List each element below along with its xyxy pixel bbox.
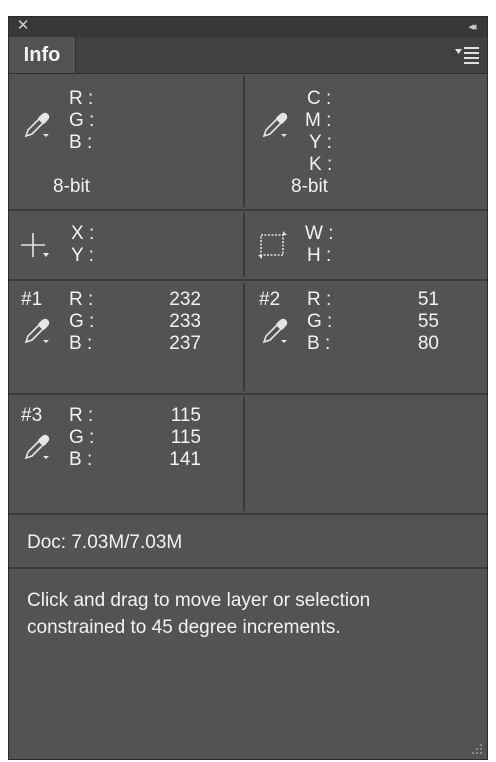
marquee-size-icon <box>258 231 287 259</box>
doc-info-section: Doc: 7.03M/7.03M <box>9 515 487 569</box>
sampler-1-value-r: 232 <box>169 289 201 310</box>
geometry-section: X : Y : W : H : <box>9 211 487 281</box>
samplers-row-1: #1 R : G : B : 232 233 237 #2 R : G : B … <box>9 281 487 395</box>
tab-info[interactable]: Info <box>9 37 76 73</box>
samplers-row-2: #3 R : G : B : 115 115 141 <box>9 395 487 515</box>
collapse-icon[interactable]: ◂◂ <box>461 19 481 35</box>
sampler-2-value-r: 51 <box>417 289 439 310</box>
eyedropper-icon[interactable] <box>23 109 53 139</box>
size-h-label: H : <box>307 245 332 266</box>
cmyk-bit-depth[interactable]: 8-bit <box>291 176 328 198</box>
sampler-1-value-g: 233 <box>169 311 201 332</box>
section-divider <box>243 397 245 511</box>
sampler-1-label-b: B : <box>69 333 93 354</box>
cmyk-label-y: Y : <box>309 132 332 153</box>
section-divider <box>243 76 245 207</box>
color-readout-section: R : G : B : 8-bit C : M : Y : K : 8-bit <box>9 74 487 211</box>
sampler-1-label-r: R : <box>69 289 94 310</box>
section-divider <box>243 283 245 391</box>
crosshair-icon <box>21 233 49 257</box>
cmyk-label-c: C : <box>307 88 332 109</box>
eyedropper-icon[interactable] <box>23 315 53 345</box>
close-icon[interactable]: ✕ <box>15 18 31 34</box>
sampler-3-label-r: R : <box>69 405 94 426</box>
position-y-label: Y : <box>71 245 94 266</box>
cmyk-label-m: M : <box>305 110 332 131</box>
eyedropper-icon[interactable] <box>23 431 53 461</box>
eyedropper-icon[interactable] <box>261 315 291 345</box>
sampler-3-label-b: B : <box>69 449 93 470</box>
rgb-label-r: R : <box>69 88 94 109</box>
doc-size-info: Doc: 7.03M/7.03M <box>27 532 183 553</box>
sampler-3-label-g: G : <box>69 427 95 448</box>
sampler-2-label-b: B : <box>307 333 331 354</box>
rgb-bit-depth[interactable]: 8-bit <box>53 176 90 198</box>
info-panel: ✕ ◂◂ Info R : G : B : 8-bit C : M: Y: … <box>8 16 488 760</box>
resize-grip-icon[interactable] <box>467 739 483 755</box>
panel-tabbar: Info <box>9 37 487 74</box>
rgb-label-b: B : <box>69 132 93 153</box>
sampler-2-label-g: G : <box>307 311 333 332</box>
panel-menu-icon[interactable] <box>455 45 479 65</box>
cmyk-label-k: K : <box>309 154 333 175</box>
panel-titlebar: ✕ ◂◂ <box>9 17 487 37</box>
section-divider <box>243 213 245 277</box>
tool-hint-section: Click and drag to move layer or selectio… <box>9 569 487 759</box>
sampler-3-id: #3 <box>21 405 43 426</box>
eyedropper-icon[interactable] <box>261 109 291 139</box>
sampler-1-id: #1 <box>21 289 43 310</box>
position-x-label: X : <box>71 223 95 244</box>
sampler-3-value-g: 115 <box>170 427 201 448</box>
sampler-2-id: #2 <box>259 289 281 310</box>
tool-hint-text: Click and drag to move layer or selectio… <box>27 590 371 638</box>
size-w-label: W : <box>305 223 334 244</box>
sampler-2-value-g: 55 <box>417 311 439 332</box>
sampler-3-value-b: 141 <box>169 449 201 470</box>
sampler-2-value-b: 80 <box>417 333 439 354</box>
sampler-3-value-r: 115 <box>170 405 201 426</box>
sampler-1-label-g: G : <box>69 311 95 332</box>
rgb-label-g: G : <box>69 110 95 131</box>
sampler-2-label-r: R : <box>307 289 332 310</box>
sampler-1-value-b: 237 <box>169 333 201 354</box>
